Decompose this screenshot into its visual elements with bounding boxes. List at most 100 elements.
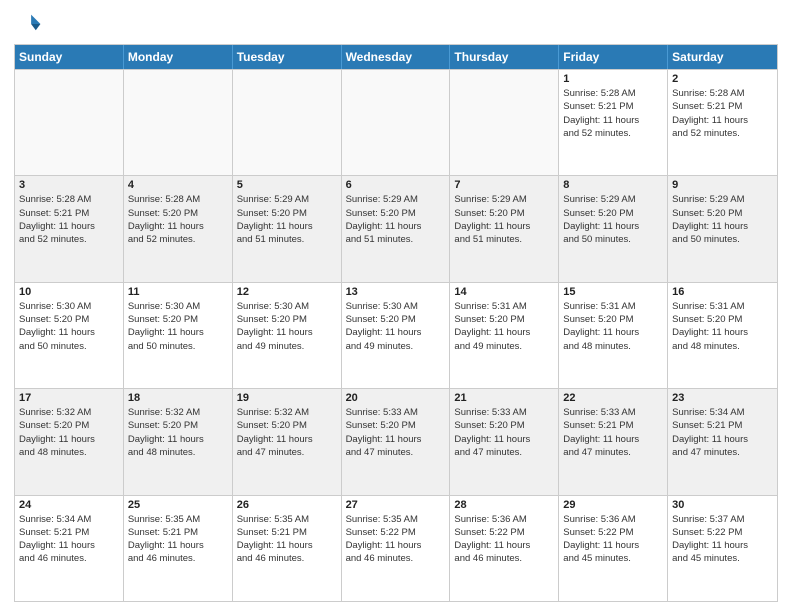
day-number: 19 [237, 392, 337, 404]
day-number: 4 [128, 179, 228, 191]
day-number: 1 [563, 73, 663, 85]
day-number: 2 [672, 73, 773, 85]
day-info: Sunrise: 5:31 AM Sunset: 5:20 PM Dayligh… [563, 300, 663, 353]
day-number: 25 [128, 499, 228, 511]
day-number: 28 [454, 499, 554, 511]
day-number: 26 [237, 499, 337, 511]
cal-cell: 27 Sunrise: 5:35 AM Sunset: 5:22 PM Dayli… [342, 496, 451, 601]
calendar-body: 1 Sunrise: 5:28 AM Sunset: 5:21 PM Daylig… [15, 69, 777, 601]
cal-cell: 1 Sunrise: 5:28 AM Sunset: 5:21 PM Daylig… [559, 70, 668, 175]
cal-header-monday: Monday [124, 45, 233, 69]
cal-cell: 28 Sunrise: 5:36 AM Sunset: 5:22 PM Dayli… [450, 496, 559, 601]
day-info: Sunrise: 5:31 AM Sunset: 5:20 PM Dayligh… [454, 300, 554, 353]
day-info: Sunrise: 5:30 AM Sunset: 5:20 PM Dayligh… [237, 300, 337, 353]
day-info: Sunrise: 5:28 AM Sunset: 5:21 PM Dayligh… [672, 87, 773, 140]
cal-header-tuesday: Tuesday [233, 45, 342, 69]
cal-cell [124, 70, 233, 175]
day-info: Sunrise: 5:31 AM Sunset: 5:20 PM Dayligh… [672, 300, 773, 353]
day-number: 13 [346, 286, 446, 298]
day-info: Sunrise: 5:30 AM Sunset: 5:20 PM Dayligh… [128, 300, 228, 353]
day-info: Sunrise: 5:30 AM Sunset: 5:20 PM Dayligh… [19, 300, 119, 353]
logo-icon [14, 10, 42, 38]
day-info: Sunrise: 5:35 AM Sunset: 5:22 PM Dayligh… [346, 513, 446, 566]
cal-cell: 11 Sunrise: 5:30 AM Sunset: 5:20 PM Dayli… [124, 283, 233, 388]
day-number: 18 [128, 392, 228, 404]
day-number: 22 [563, 392, 663, 404]
cal-cell: 18 Sunrise: 5:32 AM Sunset: 5:20 PM Dayli… [124, 389, 233, 494]
cal-cell: 23 Sunrise: 5:34 AM Sunset: 5:21 PM Dayli… [668, 389, 777, 494]
cal-cell: 29Sunrise: 5:36 AM Sunset: 5:22 PM Dayli… [559, 496, 668, 601]
day-number: 16 [672, 286, 773, 298]
calendar: SundayMondayTuesdayWednesdayThursdayFrid… [14, 44, 778, 602]
day-info: Sunrise: 5:29 AM Sunset: 5:20 PM Dayligh… [346, 193, 446, 246]
day-number: 27 [346, 499, 446, 511]
day-number: 21 [454, 392, 554, 404]
cal-week-1: 3 Sunrise: 5:28 AM Sunset: 5:21 PM Daylig… [15, 175, 777, 281]
cal-cell: 20Sunrise: 5:33 AM Sunset: 5:20 PM Dayli… [342, 389, 451, 494]
cal-cell: 12 Sunrise: 5:30 AM Sunset: 5:20 PM Dayli… [233, 283, 342, 388]
cal-cell: 9 Sunrise: 5:29 AM Sunset: 5:20 PM Daylig… [668, 176, 777, 281]
cal-header-sunday: Sunday [15, 45, 124, 69]
day-number: 15 [563, 286, 663, 298]
day-info: Sunrise: 5:36 AM Sunset: 5:22 PM Dayligh… [454, 513, 554, 566]
cal-cell: 4 Sunrise: 5:28 AM Sunset: 5:20 PM Daylig… [124, 176, 233, 281]
day-number: 7 [454, 179, 554, 191]
day-info: Sunrise: 5:29 AM Sunset: 5:20 PM Dayligh… [672, 193, 773, 246]
day-info: Sunrise: 5:34 AM Sunset: 5:21 PM Dayligh… [19, 513, 119, 566]
cal-cell [233, 70, 342, 175]
cal-cell [15, 70, 124, 175]
cal-cell: 6 Sunrise: 5:29 AM Sunset: 5:20 PM Daylig… [342, 176, 451, 281]
cal-cell: 2 Sunrise: 5:28 AM Sunset: 5:21 PM Daylig… [668, 70, 777, 175]
page: SundayMondayTuesdayWednesdayThursdayFrid… [0, 0, 792, 612]
cal-cell: 14 Sunrise: 5:31 AM Sunset: 5:20 PM Dayli… [450, 283, 559, 388]
cal-cell: 5 Sunrise: 5:29 AM Sunset: 5:20 PM Daylig… [233, 176, 342, 281]
day-number: 20 [346, 392, 446, 404]
cal-week-4: 24Sunrise: 5:34 AM Sunset: 5:21 PM Dayli… [15, 495, 777, 601]
day-info: Sunrise: 5:35 AM Sunset: 5:21 PM Dayligh… [128, 513, 228, 566]
day-info: Sunrise: 5:32 AM Sunset: 5:20 PM Dayligh… [19, 406, 119, 459]
cal-cell [342, 70, 451, 175]
day-info: Sunrise: 5:28 AM Sunset: 5:20 PM Dayligh… [128, 193, 228, 246]
cal-cell: 19 Sunrise: 5:32 AM Sunset: 5:20 PM Dayli… [233, 389, 342, 494]
cal-week-2: 10 Sunrise: 5:30 AM Sunset: 5:20 PM Dayli… [15, 282, 777, 388]
logo [14, 10, 46, 38]
cal-cell: 17Sunrise: 5:32 AM Sunset: 5:20 PM Dayli… [15, 389, 124, 494]
day-number: 6 [346, 179, 446, 191]
cal-cell: 8 Sunrise: 5:29 AM Sunset: 5:20 PM Daylig… [559, 176, 668, 281]
day-info: Sunrise: 5:32 AM Sunset: 5:20 PM Dayligh… [237, 406, 337, 459]
day-info: Sunrise: 5:37 AM Sunset: 5:22 PM Dayligh… [672, 513, 773, 566]
day-number: 14 [454, 286, 554, 298]
cal-cell: 25 Sunrise: 5:35 AM Sunset: 5:21 PM Dayli… [124, 496, 233, 601]
cal-cell: 15 Sunrise: 5:31 AM Sunset: 5:20 PM Dayli… [559, 283, 668, 388]
day-info: Sunrise: 5:29 AM Sunset: 5:20 PM Dayligh… [237, 193, 337, 246]
cal-cell [450, 70, 559, 175]
cal-header-saturday: Saturday [668, 45, 777, 69]
day-number: 5 [237, 179, 337, 191]
day-info: Sunrise: 5:29 AM Sunset: 5:20 PM Dayligh… [563, 193, 663, 246]
header [14, 10, 778, 38]
cal-cell: 7 Sunrise: 5:29 AM Sunset: 5:20 PM Daylig… [450, 176, 559, 281]
cal-cell: 24Sunrise: 5:34 AM Sunset: 5:21 PM Dayli… [15, 496, 124, 601]
day-info: Sunrise: 5:35 AM Sunset: 5:21 PM Dayligh… [237, 513, 337, 566]
day-info: Sunrise: 5:29 AM Sunset: 5:20 PM Dayligh… [454, 193, 554, 246]
cal-header-wednesday: Wednesday [342, 45, 451, 69]
day-number: 30 [672, 499, 773, 511]
day-info: Sunrise: 5:34 AM Sunset: 5:21 PM Dayligh… [672, 406, 773, 459]
day-info: Sunrise: 5:28 AM Sunset: 5:21 PM Dayligh… [19, 193, 119, 246]
day-number: 9 [672, 179, 773, 191]
day-info: Sunrise: 5:32 AM Sunset: 5:20 PM Dayligh… [128, 406, 228, 459]
day-number: 23 [672, 392, 773, 404]
day-number: 11 [128, 286, 228, 298]
day-number: 8 [563, 179, 663, 191]
cal-header-thursday: Thursday [450, 45, 559, 69]
day-number: 3 [19, 179, 119, 191]
cal-cell: 21 Sunrise: 5:33 AM Sunset: 5:20 PM Dayli… [450, 389, 559, 494]
day-number: 12 [237, 286, 337, 298]
cal-header-friday: Friday [559, 45, 668, 69]
day-info: Sunrise: 5:36 AM Sunset: 5:22 PM Dayligh… [563, 513, 663, 566]
day-info: Sunrise: 5:33 AM Sunset: 5:20 PM Dayligh… [454, 406, 554, 459]
cal-cell: 30 Sunrise: 5:37 AM Sunset: 5:22 PM Dayli… [668, 496, 777, 601]
day-info: Sunrise: 5:28 AM Sunset: 5:21 PM Dayligh… [563, 87, 663, 140]
cal-cell: 13Sunrise: 5:30 AM Sunset: 5:20 PM Dayli… [342, 283, 451, 388]
day-number: 10 [19, 286, 119, 298]
